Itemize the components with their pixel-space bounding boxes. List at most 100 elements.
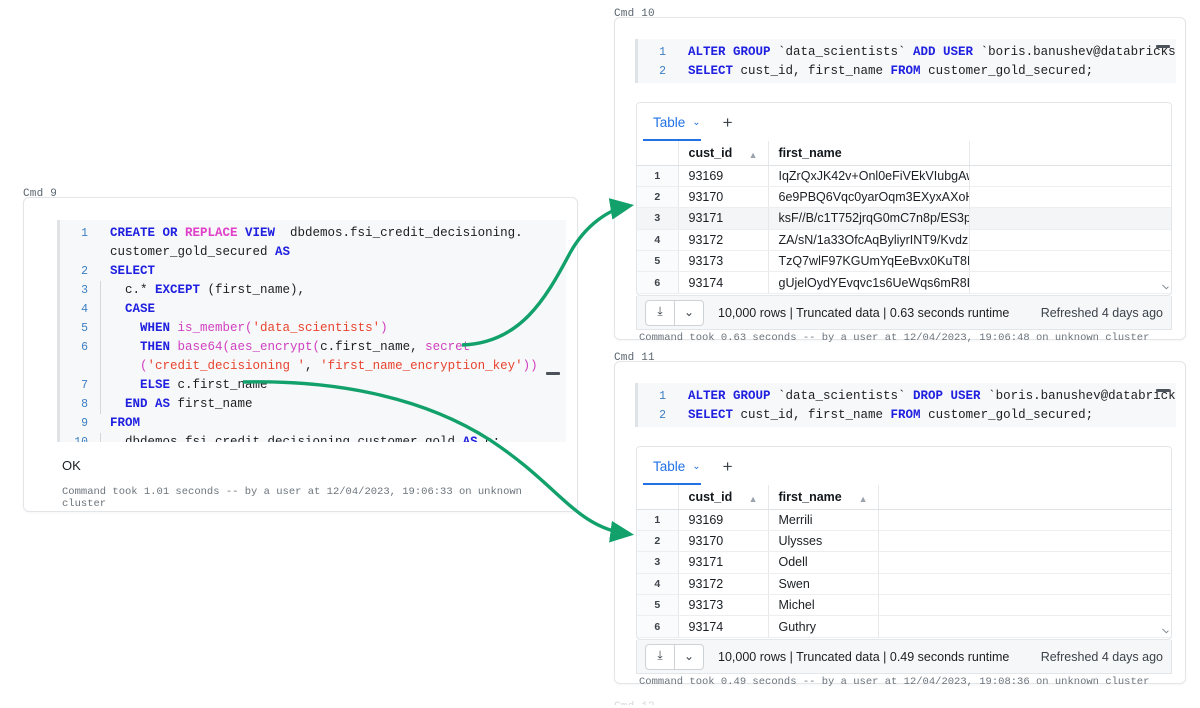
table-row[interactable]: 593173Michel xyxy=(637,595,1171,616)
code-token: AS xyxy=(463,435,478,442)
table-row[interactable]: 2931706e9PBQ6Vqc0yarOqm3EXyxAXoHu5uxGe37… xyxy=(637,186,1171,207)
filler-cell xyxy=(970,208,1172,229)
cmd10-tab-table[interactable]: Table ⌄ xyxy=(653,103,701,141)
cmd9-resize-handle[interactable] xyxy=(546,372,560,375)
cmd11-table-scroll[interactable]: cust_id▲ first_name ▲ 193169Merrili293170Ul… xyxy=(637,485,1171,640)
code-token: ) xyxy=(380,321,388,335)
code-token: `boris.banushev@databricks.com`; xyxy=(973,45,1176,59)
table-row[interactable]: 393171ksF//B/c1T752jrqG0mC7n8p/ES3p6XP+o… xyxy=(637,208,1171,229)
download-icon[interactable]: ⤓ xyxy=(646,645,674,667)
code-text: dbdemos.fsi_credit_decisioning.customer_… xyxy=(100,433,566,442)
cell-first_name[interactable]: Guthry xyxy=(768,616,878,637)
code-token: ( xyxy=(110,359,148,373)
column-header-cust_id[interactable]: cust_id ▲ xyxy=(678,141,768,165)
chevron-down-icon[interactable]: ⌄ xyxy=(675,301,703,323)
cell-first_name[interactable]: Michel xyxy=(768,595,878,616)
table-row[interactable]: 593173TzQ7wlF97KGUmYqEeBvx0KuT8EiTFITxUw… xyxy=(637,251,1171,272)
code-token: CREATE OR xyxy=(110,226,185,240)
add-tab-icon[interactable]: + xyxy=(723,114,733,131)
cell-first_name[interactable]: Swen xyxy=(768,573,878,594)
code-line: 5 WHEN is_member('data_scientists') xyxy=(60,319,566,338)
cell-cust_id[interactable]: 93174 xyxy=(678,616,768,637)
sort-asc-icon[interactable]: ▲ xyxy=(859,494,868,504)
line-number: 1 xyxy=(60,224,100,243)
cell-cust_id[interactable]: 93173 xyxy=(678,251,768,272)
cmd11-code[interactable]: 1ALTER GROUP `data_scientists` DROP USER… xyxy=(638,383,1176,427)
code-line: 7 ELSE c.first_name xyxy=(60,376,566,395)
column-header-first_name[interactable]: first_name xyxy=(768,141,970,165)
code-line: 1CREATE OR REPLACE VIEW dbdemos.fsi_cred… xyxy=(60,224,566,243)
cell-first_name[interactable]: IqZrQxJK42v+Onl0eFiVEkVIubgAwo2e9YdJCplT… xyxy=(768,165,970,186)
code-token: c.* xyxy=(110,283,155,297)
code-token: secret xyxy=(425,340,470,354)
cell-cust_id[interactable]: 93169 xyxy=(678,509,768,530)
cmd9-code-editor[interactable]: 1CREATE OR REPLACE VIEW dbdemos.fsi_cred… xyxy=(57,220,566,442)
column-header-cust_id[interactable]: cust_id▲ xyxy=(678,485,768,509)
cmd10-footer-stats: 10,000 rows | Truncated data | 0.63 seco… xyxy=(718,306,1009,320)
cmd11-tabbar: Table ⌄ + xyxy=(637,447,1171,485)
cell-first_name[interactable]: TzQ7wlF97KGUmYqEeBvx0KuT8EiTFITxUwYhFQft… xyxy=(768,251,970,272)
chevron-down-icon[interactable]: ⌄ xyxy=(692,461,700,472)
download-icon[interactable]: ⤓ xyxy=(646,301,674,323)
cell-cust_id[interactable]: 93170 xyxy=(678,530,768,551)
row-index: 3 xyxy=(637,552,678,573)
cmd11-tab-table[interactable]: Table ⌄ xyxy=(653,447,701,485)
code-text: WHEN is_member('data_scientists') xyxy=(100,319,566,338)
chevron-down-icon[interactable]: ⌄ xyxy=(675,645,703,667)
row-index: 1 xyxy=(637,509,678,530)
cell-cust_id[interactable]: 93173 xyxy=(678,595,768,616)
table-row[interactable]: 693174gUjelOydYEvqvc1s6UeWqs6mR8LBPbK2ir… xyxy=(637,272,1171,293)
cmd11-table[interactable]: cust_id▲ first_name ▲ 193169Merrili293170Ul… xyxy=(637,485,1171,638)
cell-first_name[interactable]: ksF//B/c1T752jrqG0mC7n8p/ES3p6XP+owD3YOy… xyxy=(768,208,970,229)
code-line: 4 CASE xyxy=(60,300,566,319)
cell-first_name[interactable]: 6e9PBQ6Vqc0yarOqm3EXyxAXoHu5uxGe37xM7dFk… xyxy=(768,186,970,207)
add-tab-icon[interactable]: + xyxy=(723,458,733,475)
cmd10-code-editor[interactable]: 1ALTER GROUP `data_scientists` ADD USER … xyxy=(635,39,1176,83)
indent-guide xyxy=(100,281,101,300)
table-row[interactable]: 693174Guthry xyxy=(637,616,1171,637)
sort-asc-icon[interactable]: ▲ xyxy=(749,150,758,160)
filler-cell xyxy=(970,165,1172,186)
cmd10-download-group[interactable]: ⤓ ⌄ xyxy=(645,300,704,326)
table-row[interactable]: 193169IqZrQxJK42v+Onl0eFiVEkVIubgAwo2e9Y… xyxy=(637,165,1171,186)
cmd11-download-group[interactable]: ⤓ ⌄ xyxy=(645,644,704,670)
filler-cell xyxy=(970,272,1172,293)
table-row[interactable]: 293170Ulysses xyxy=(637,530,1171,551)
cmd11-command-took: Command took 0.49 seconds -- by a user a… xyxy=(627,668,1161,688)
cmd10-code[interactable]: 1ALTER GROUP `data_scientists` ADD USER … xyxy=(638,39,1176,83)
cmd11-cell: 1ALTER GROUP `data_scientists` DROP USER… xyxy=(614,361,1186,684)
cell-cust_id[interactable]: 93174 xyxy=(678,272,768,293)
cell-first_name[interactable]: gUjelOydYEvqvc1s6UeWqs6mR8LBPbK2irbxSKNe… xyxy=(768,272,970,293)
cmd11-code-editor[interactable]: 1ALTER GROUP `data_scientists` DROP USER… xyxy=(635,383,1176,427)
cell-cust_id[interactable]: 93169 xyxy=(678,165,768,186)
code-token: customer_gold_secured; xyxy=(921,64,1094,78)
table-row[interactable]: 193169Merrili xyxy=(637,509,1171,530)
column-header-first_name[interactable]: first_name ▲ xyxy=(768,485,878,509)
cell-first_name[interactable]: Merrili xyxy=(768,509,878,530)
cmd10-table[interactable]: cust_id ▲ first_name193169IqZrQxJK42v+Onl0… xyxy=(637,141,1171,294)
table-row[interactable]: 493172Swen xyxy=(637,573,1171,594)
cell-first_name[interactable]: ZA/sN/1a33OfcAqByliyrINT9/KvdzrwhZaYXCfQ… xyxy=(768,229,970,250)
cmd10-resize-handle[interactable] xyxy=(1156,45,1170,48)
cmd11-resize-handle[interactable] xyxy=(1156,389,1170,392)
cmd10-tabbar: Table ⌄ + xyxy=(637,103,1171,141)
row-index: 6 xyxy=(637,616,678,637)
code-text: THEN base64(aes_encrypt(c.first_name, se… xyxy=(100,338,566,357)
cell-cust_id[interactable]: 93171 xyxy=(678,552,768,573)
column-header-label: first_name xyxy=(779,490,842,504)
cell-cust_id[interactable]: 93172 xyxy=(678,573,768,594)
table-row[interactable]: 393171Odell xyxy=(637,552,1171,573)
cell-cust_id[interactable]: 93171 xyxy=(678,208,768,229)
cell-first_name[interactable]: Odell xyxy=(768,552,878,573)
filler-cell xyxy=(878,573,1171,594)
cell-cust_id[interactable]: 93172 xyxy=(678,229,768,250)
cell-first_name[interactable]: Ulysses xyxy=(768,530,878,551)
chevron-down-icon[interactable]: ⌄ xyxy=(692,117,700,128)
cmd10-table-scroll[interactable]: cust_id ▲ first_name193169IqZrQxJK42v+Onl0… xyxy=(637,141,1171,296)
cell-cust_id[interactable]: 93170 xyxy=(678,186,768,207)
sort-asc-icon[interactable]: ▲ xyxy=(749,494,758,504)
column-header-label: cust_id xyxy=(689,146,733,160)
code-token: 'data_scientists' xyxy=(253,321,381,335)
table-row[interactable]: 493172ZA/sN/1a33OfcAqByliyrINT9/KvdzrwhZ… xyxy=(637,229,1171,250)
cmd9-code[interactable]: 1CREATE OR REPLACE VIEW dbdemos.fsi_cred… xyxy=(60,220,566,442)
